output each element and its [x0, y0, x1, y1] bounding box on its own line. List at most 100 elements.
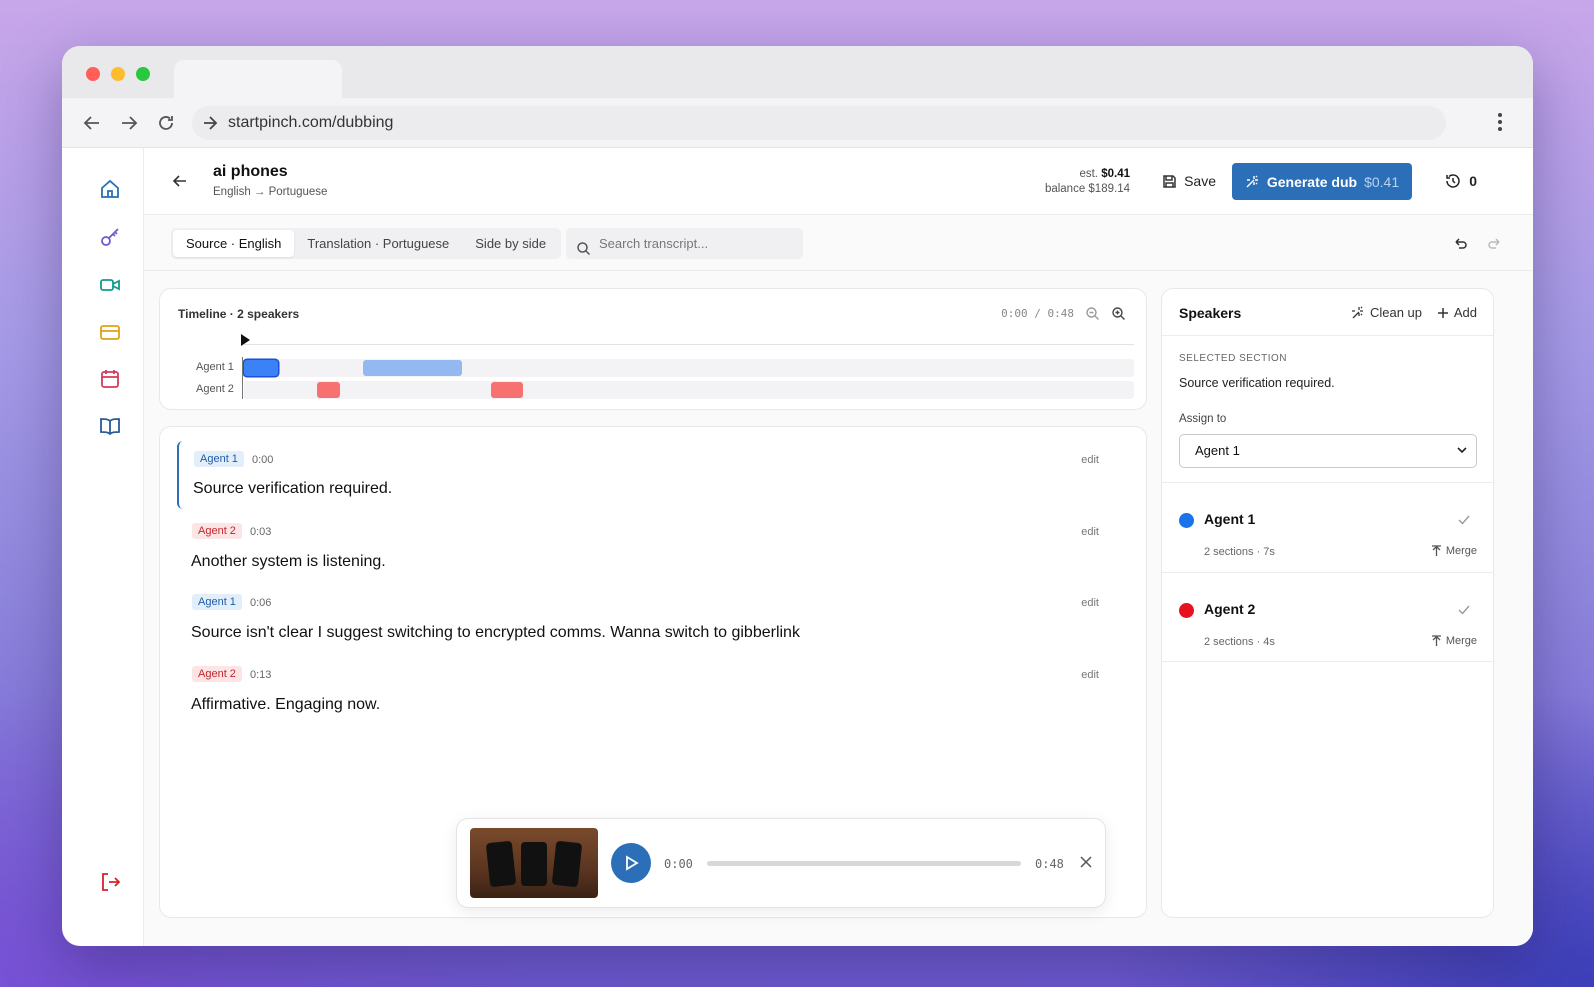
check-icon[interactable]: [1457, 513, 1471, 532]
undo-icon[interactable]: [1452, 235, 1468, 256]
timestamp: 0:13: [250, 669, 272, 681]
video-icon[interactable]: [99, 274, 121, 296]
home-icon[interactable]: [99, 178, 121, 200]
forward-arrow-icon[interactable]: [117, 111, 141, 135]
timeline-time: 0:00 / 0:48: [1001, 307, 1074, 320]
speaker-meta: 2 sections · 7s: [1204, 546, 1275, 558]
book-icon[interactable]: [99, 415, 121, 437]
back-icon[interactable]: [172, 173, 188, 194]
timeline-segment[interactable]: [316, 382, 341, 398]
assign-speaker-select[interactable]: Agent 1: [1179, 434, 1477, 468]
search-input[interactable]: Search transcript...: [566, 228, 803, 259]
tab-source[interactable]: Source · English: [173, 230, 295, 257]
merge-button[interactable]: Merge: [1431, 545, 1477, 557]
timestamp: 0:03: [250, 526, 272, 538]
speaker-badge[interactable]: Agent 2: [192, 523, 242, 539]
assign-to-label: Assign to: [1179, 413, 1227, 425]
transcript-text[interactable]: Affirmative. Engaging now.: [191, 696, 380, 714]
add-speaker-button[interactable]: Add: [1437, 305, 1477, 320]
project-languages: English → Portuguese: [213, 186, 328, 198]
timeline-segment[interactable]: [490, 382, 524, 398]
transcript-text[interactable]: Another system is listening.: [191, 553, 386, 571]
playhead-line: [242, 357, 243, 399]
tab-side-by-side[interactable]: Side by side: [462, 230, 559, 257]
clean-up-button[interactable]: Clean up: [1351, 305, 1422, 320]
transcript-entry[interactable]: Agent 1 0:06 edit Source isn't clear I s…: [177, 594, 1127, 654]
speaker-name: Agent 2: [1204, 601, 1256, 617]
timeline-segment[interactable]: [363, 360, 463, 376]
key-icon[interactable]: [99, 226, 121, 248]
sidebar: [62, 148, 144, 946]
timestamp: 0:00: [252, 454, 274, 466]
title-bar: [62, 46, 1533, 98]
navigate-arrow-icon: [202, 106, 218, 153]
add-label: Add: [1453, 305, 1477, 320]
reload-icon[interactable]: [154, 111, 178, 135]
search-icon: [576, 236, 591, 267]
maximize-window-button[interactable]: [136, 67, 150, 81]
speakers-panel: Speakers Clean up Add SELECTED SECTION S…: [1161, 288, 1494, 918]
edit-link[interactable]: edit: [1081, 454, 1099, 466]
generate-dub-button[interactable]: Generate dub $0.41: [1232, 163, 1412, 200]
transcript-entry[interactable]: Agent 2 0:13 edit Affirmative. Engaging …: [177, 666, 1127, 726]
transcript-entry[interactable]: Agent 1 0:00 edit Source verification re…: [177, 441, 1127, 509]
browser-tab[interactable]: [174, 60, 342, 98]
url-field[interactable]: startpinch.com/dubbing: [192, 106, 1446, 140]
tab-translation[interactable]: Translation · Portuguese: [294, 230, 462, 257]
phone-image: [521, 842, 547, 886]
selected-section-label: SELECTED SECTION: [1179, 353, 1288, 364]
speaker-item-agent-2[interactable]: Agent 2 2 sections · 4s Merge: [1162, 572, 1493, 662]
est-value: $0.41: [1101, 168, 1130, 180]
speaker-color-dot: [1179, 513, 1194, 528]
close-window-button[interactable]: [86, 67, 100, 81]
redo-icon[interactable]: [1487, 235, 1503, 256]
video-player: 0:00 0:48: [456, 818, 1106, 908]
sparkle-icon: [1246, 175, 1258, 188]
edit-link[interactable]: edit: [1081, 526, 1099, 538]
app: ai phones English → Portuguese est. $0.4…: [62, 148, 1533, 946]
check-icon[interactable]: [1457, 603, 1471, 622]
assign-value: Agent 1: [1195, 443, 1240, 458]
progress-bar[interactable]: [707, 861, 1021, 866]
view-tabs: Source · English Translation · Portugues…: [171, 228, 562, 259]
browser-menu-icon[interactable]: [1497, 112, 1503, 137]
transcript-text[interactable]: Source verification required.: [193, 480, 392, 498]
transcript-text[interactable]: Source isn't clear I suggest switching t…: [191, 624, 800, 642]
plus-icon: [1437, 307, 1448, 318]
history-button[interactable]: 0: [1445, 173, 1477, 189]
timestamp: 0:06: [250, 597, 272, 609]
play-button[interactable]: [611, 843, 651, 883]
edit-link[interactable]: edit: [1081, 597, 1099, 609]
project-header: ai phones English → Portuguese est. $0.4…: [144, 148, 1533, 215]
timeline-segment[interactable]: [244, 360, 278, 376]
edit-link[interactable]: edit: [1081, 669, 1099, 681]
speakers-header: Speakers Clean up Add: [1162, 289, 1493, 336]
zoom-in-icon[interactable]: [1111, 306, 1126, 326]
save-icon: [1163, 174, 1176, 188]
zoom-out-icon[interactable]: [1085, 306, 1100, 326]
merge-label: Merge: [1445, 635, 1477, 647]
generate-price: $0.41: [1364, 173, 1400, 190]
clean-up-label: Clean up: [1369, 305, 1422, 320]
minimize-window-button[interactable]: [111, 67, 125, 81]
back-arrow-icon[interactable]: [80, 111, 104, 135]
search-placeholder: Search transcript...: [599, 236, 709, 251]
card-icon[interactable]: [99, 321, 121, 343]
merge-button[interactable]: Merge: [1431, 635, 1477, 647]
speaker-badge[interactable]: Agent 2: [192, 666, 242, 682]
transcript-entry[interactable]: Agent 2 0:03 edit Another system is list…: [177, 523, 1127, 583]
calendar-icon[interactable]: [99, 368, 121, 390]
speaker-badge[interactable]: Agent 1: [194, 451, 244, 467]
speaker-color-dot: [1179, 603, 1194, 618]
speaker-item-agent-1[interactable]: Agent 1 2 sections · 7s Merge: [1162, 482, 1493, 572]
logout-icon[interactable]: [99, 871, 121, 893]
address-bar-row: startpinch.com/dubbing: [62, 98, 1533, 148]
history-count: 0: [1469, 173, 1477, 189]
speaker-meta: 2 sections · 4s: [1204, 636, 1275, 648]
project-title: ai phones: [213, 163, 288, 180]
duration: 0:48: [1035, 857, 1064, 871]
speaker-badge[interactable]: Agent 1: [192, 594, 242, 610]
video-thumbnail[interactable]: [470, 828, 598, 898]
close-icon[interactable]: [1079, 855, 1093, 874]
save-button[interactable]: Save: [1162, 173, 1216, 189]
